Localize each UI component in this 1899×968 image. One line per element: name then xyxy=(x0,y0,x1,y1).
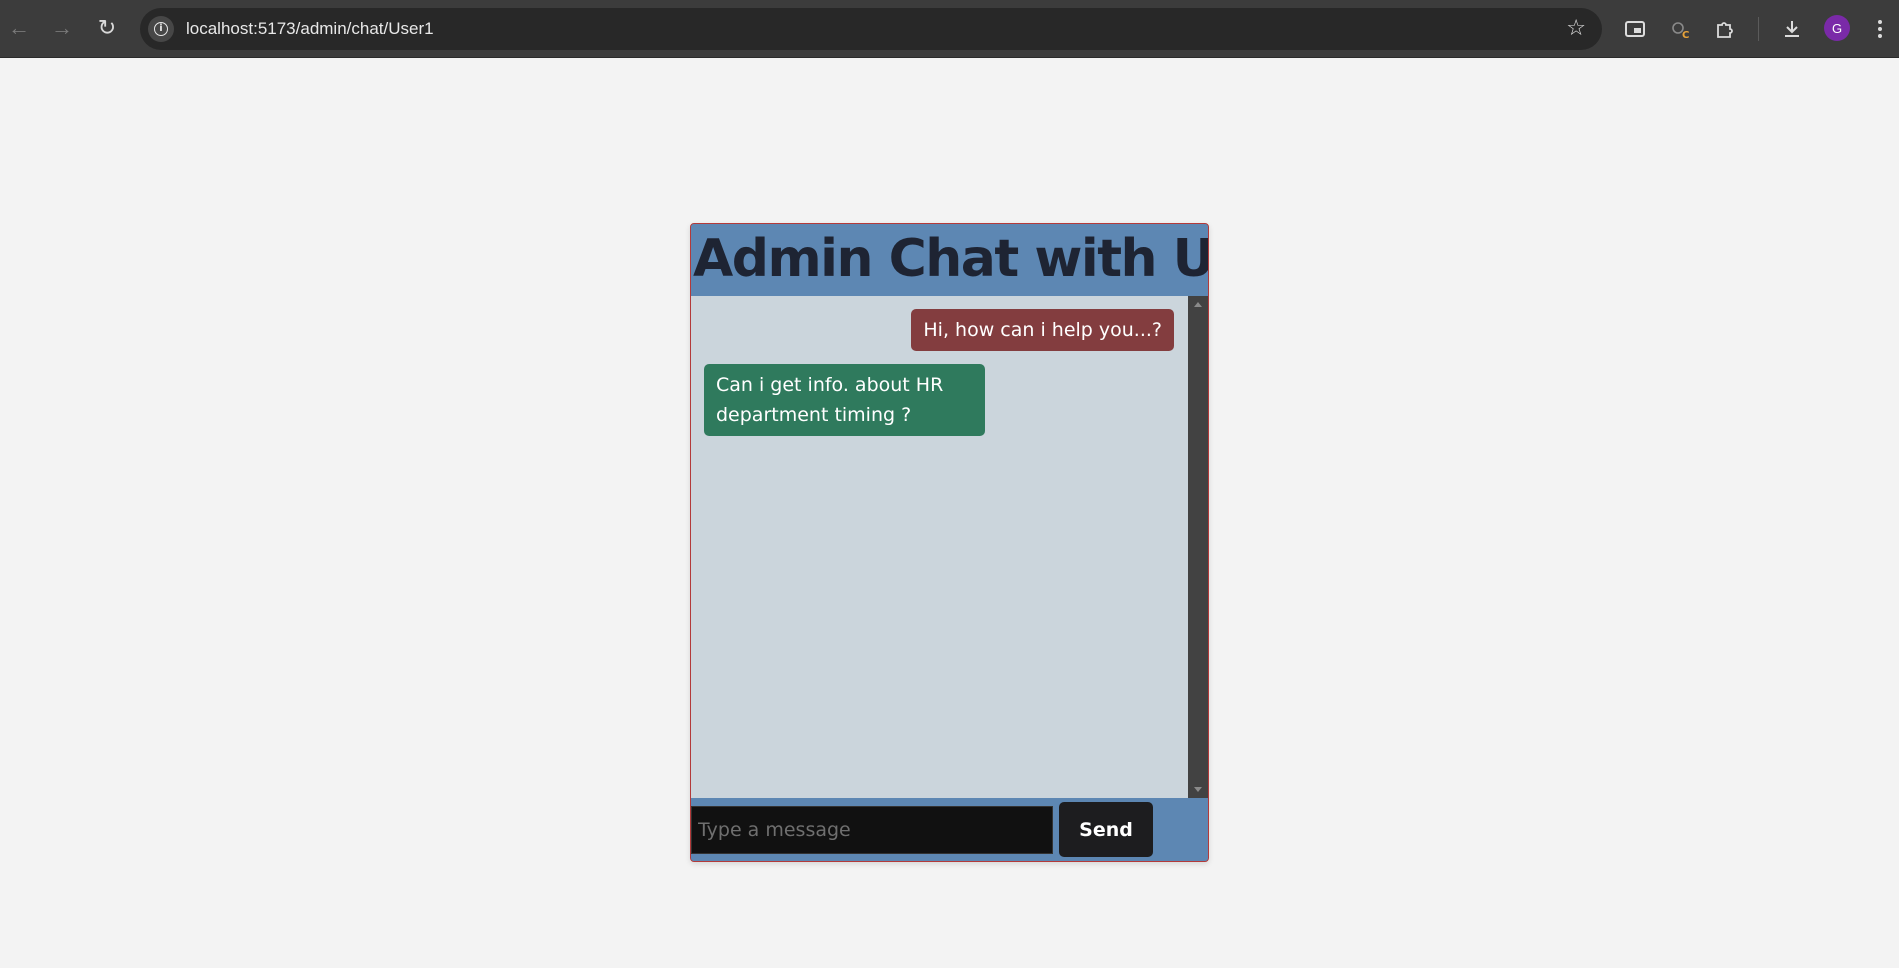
forward-button[interactable]: → xyxy=(45,11,79,45)
download-icon[interactable] xyxy=(1776,13,1808,45)
scroll-down-arrow-icon[interactable] xyxy=(1194,787,1202,792)
picture-in-picture-icon[interactable] xyxy=(1619,13,1651,45)
message-input-bar: Send xyxy=(691,798,1208,861)
message-scrollbar[interactable] xyxy=(1188,296,1208,798)
chat-title: Admin Chat with User1 xyxy=(693,229,1208,289)
arrow-left-icon: ← xyxy=(8,15,30,40)
chat-window: Admin Chat with User1 Hi, how can i help… xyxy=(690,223,1209,862)
reload-button[interactable]: ↻ xyxy=(90,11,124,45)
browser-menu-icon[interactable] xyxy=(1870,14,1890,44)
extension-bug-icon[interactable]: C xyxy=(1664,13,1696,45)
profile-avatar[interactable]: G xyxy=(1824,15,1850,41)
scroll-up-arrow-icon[interactable] xyxy=(1194,302,1202,307)
reload-icon: ↻ xyxy=(97,15,117,40)
site-info-icon[interactable]: i xyxy=(148,16,174,42)
back-button[interactable]: ← xyxy=(2,11,36,45)
address-bar[interactable]: i localhost:5173/admin/chat/User1 ☆ xyxy=(140,8,1602,50)
url-text[interactable]: localhost:5173/admin/chat/User1 xyxy=(186,19,434,39)
message-input[interactable] xyxy=(691,806,1053,854)
admin-message: Hi, how can i help you...? xyxy=(911,309,1174,351)
bookmark-star-icon[interactable]: ☆ xyxy=(1566,15,1586,41)
message-list: Hi, how can i help you...? Can i get inf… xyxy=(691,296,1188,798)
user-message: Can i get info. about HR department timi… xyxy=(704,364,985,436)
arrow-right-icon: → xyxy=(51,15,73,40)
chat-header: Admin Chat with User1 xyxy=(691,224,1208,296)
toolbar-separator xyxy=(1758,17,1759,41)
extensions-puzzle-icon[interactable] xyxy=(1709,13,1741,45)
svg-text:C: C xyxy=(1682,30,1689,40)
browser-toolbar: ← → ↻ i localhost:5173/admin/chat/User1 … xyxy=(0,0,1899,58)
send-button[interactable]: Send xyxy=(1059,802,1153,857)
